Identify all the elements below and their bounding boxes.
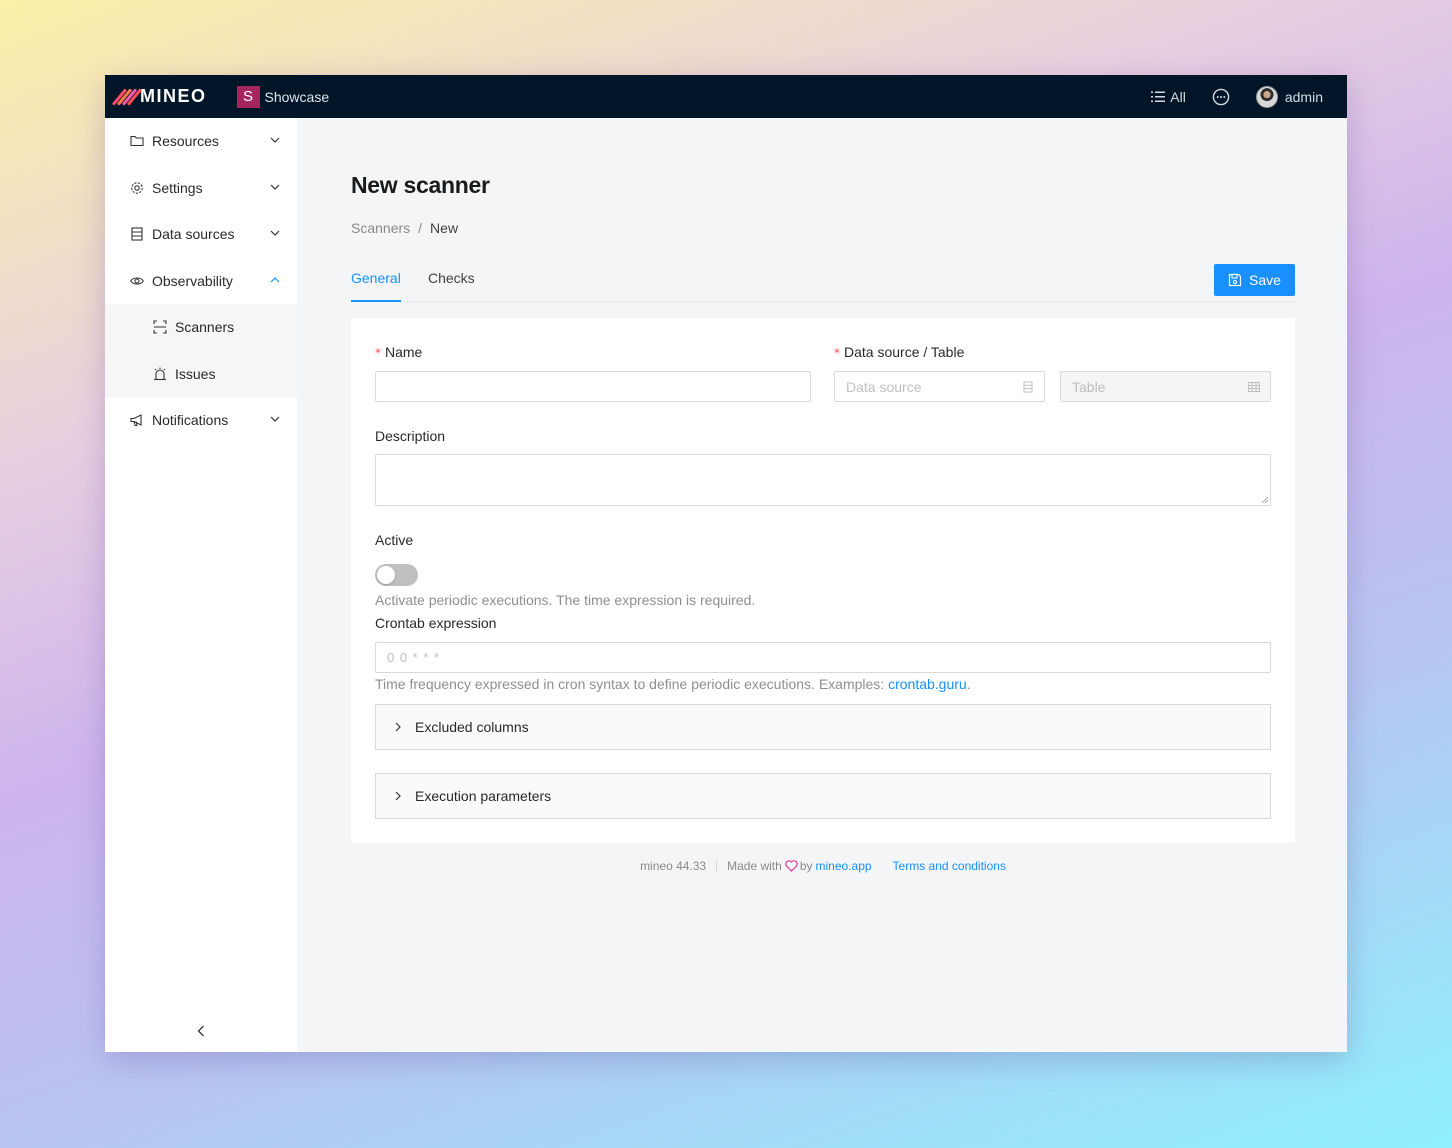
mineo-logo-mark-icon bbox=[111, 87, 143, 107]
excluded-columns-label: Excluded columns bbox=[415, 719, 529, 735]
top-bar: MINEO S Showcase All admin bbox=[105, 75, 1347, 118]
sidebar-item-label: Resources bbox=[152, 133, 219, 150]
sidebar-item-resources[interactable]: Resources bbox=[105, 118, 297, 165]
terms-link[interactable]: Terms and conditions bbox=[893, 859, 1006, 873]
table-placeholder: Table bbox=[1072, 378, 1106, 395]
avatar bbox=[1255, 85, 1278, 108]
page-title: New scanner bbox=[351, 172, 490, 198]
datasource-select[interactable]: Data source bbox=[834, 371, 1045, 402]
gear-icon bbox=[130, 181, 144, 195]
save-label: Save bbox=[1249, 272, 1281, 288]
name-label-text: Name bbox=[385, 344, 423, 360]
chevron-down-icon bbox=[270, 230, 280, 237]
crontab-help-text: Time frequency expressed in cron syntax … bbox=[375, 676, 971, 692]
description-textarea[interactable] bbox=[375, 454, 1271, 506]
execution-parameters-label: Execution parameters bbox=[415, 788, 552, 804]
sidebar-item-issues[interactable]: Issues bbox=[105, 351, 297, 398]
sidebar: Resources Settings Data sources Observab… bbox=[105, 118, 297, 1052]
required-mark: * bbox=[834, 346, 840, 360]
save-button[interactable]: Save bbox=[1214, 264, 1295, 296]
excluded-columns-panel[interactable]: Excluded columns bbox=[375, 704, 1271, 750]
table-icon bbox=[1248, 382, 1260, 392]
crontab-help-body: Time frequency expressed in cron syntax … bbox=[375, 676, 889, 692]
tab-bar: General Checks Save bbox=[351, 256, 1295, 302]
chat-icon[interactable] bbox=[1212, 88, 1230, 106]
chevron-down-icon bbox=[270, 184, 280, 190]
user-menu[interactable]: admin bbox=[1255, 85, 1323, 108]
app-window: MINEO S Showcase All admin Resources Set… bbox=[105, 75, 1347, 1052]
footer-divider bbox=[882, 860, 883, 872]
folder-icon bbox=[130, 134, 144, 148]
breadcrumb-current: New bbox=[430, 220, 459, 236]
save-icon bbox=[1228, 273, 1242, 287]
breadcrumb-separator: / bbox=[418, 220, 423, 236]
mineo-logo[interactable]: MINEO bbox=[111, 86, 207, 107]
crontab-placeholder: 0 0 * * * bbox=[387, 650, 441, 665]
sidebar-item-settings[interactable]: Settings bbox=[105, 165, 297, 212]
eye-icon bbox=[130, 274, 144, 288]
tab-checks[interactable]: Checks bbox=[428, 270, 475, 302]
sidebar-item-observability[interactable]: Observability bbox=[105, 258, 297, 305]
sidebar-item-label: Observability bbox=[152, 272, 233, 289]
observability-submenu: Scanners Issues bbox=[105, 304, 297, 397]
toggle-knob bbox=[377, 566, 395, 584]
scan-icon bbox=[153, 320, 167, 334]
active-help-text: Activate periodic executions. The time e… bbox=[375, 592, 756, 608]
crontab-help-end: . bbox=[966, 676, 971, 692]
datasource-placeholder: Data source bbox=[846, 378, 922, 395]
workspace-name: Showcase bbox=[264, 88, 330, 105]
by-text: by bbox=[799, 859, 813, 873]
database-icon bbox=[130, 227, 144, 241]
sidebar-item-data-sources[interactable]: Data sources bbox=[105, 211, 297, 258]
crontab-input[interactable]: 0 0 * * * bbox=[375, 642, 1271, 673]
alarm-icon bbox=[153, 367, 167, 381]
sidebar-item-scanners[interactable]: Scanners bbox=[105, 304, 297, 351]
resize-handle-icon[interactable] bbox=[1262, 497, 1268, 503]
version-text: mineo 44.33 bbox=[640, 859, 707, 873]
chevron-right-icon bbox=[395, 722, 401, 732]
active-label: Active bbox=[375, 532, 414, 548]
active-toggle[interactable] bbox=[375, 564, 418, 586]
table-select[interactable]: Table bbox=[1060, 371, 1271, 402]
heart-icon bbox=[785, 860, 798, 872]
user-name: admin bbox=[1284, 88, 1323, 105]
description-label: Description bbox=[375, 428, 446, 444]
chevron-up-icon bbox=[270, 276, 280, 283]
workspace-switcher[interactable]: S Showcase bbox=[236, 85, 330, 108]
datasource-label: * Data source / Table bbox=[834, 344, 964, 360]
mineo-app-link[interactable]: mineo.app bbox=[816, 859, 872, 873]
megaphone-icon bbox=[130, 413, 144, 427]
name-label: * Name bbox=[375, 344, 422, 360]
footer-divider bbox=[716, 860, 718, 872]
sidebar-item-label: Settings bbox=[152, 179, 203, 196]
filter-all-label: All bbox=[1170, 88, 1186, 105]
list-icon bbox=[1151, 91, 1166, 102]
chevron-right-icon bbox=[395, 791, 401, 801]
made-with-text: Made with bbox=[727, 859, 782, 873]
breadcrumb-scanners[interactable]: Scanners bbox=[351, 220, 410, 236]
database-icon bbox=[1023, 381, 1033, 393]
name-input[interactable] bbox=[375, 371, 811, 402]
required-mark: * bbox=[375, 346, 381, 360]
workspace-badge: S bbox=[236, 85, 260, 108]
sidebar-item-label: Issues bbox=[175, 365, 216, 382]
datasource-label-text: Data source / Table bbox=[844, 344, 965, 360]
execution-parameters-panel[interactable]: Execution parameters bbox=[375, 773, 1271, 819]
scanner-form: * Name * Data source / Table Data source T… bbox=[351, 318, 1295, 843]
tab-general[interactable]: General bbox=[351, 270, 401, 302]
collapse-sidebar-icon[interactable] bbox=[195, 1024, 207, 1038]
brand-name: MINEO bbox=[140, 86, 207, 106]
sidebar-item-label: Scanners bbox=[175, 319, 235, 336]
sidebar-item-label: Notifications bbox=[152, 412, 229, 429]
filter-all-button[interactable]: All bbox=[1151, 89, 1186, 105]
chevron-down-icon bbox=[270, 416, 280, 423]
sidebar-item-notifications[interactable]: Notifications bbox=[105, 397, 297, 444]
footer: mineo 44.33 Made with by mineo.app Terms… bbox=[351, 859, 1295, 873]
crontab-guru-link[interactable]: crontab.guru bbox=[888, 676, 967, 692]
breadcrumb: Scanners / New bbox=[351, 220, 458, 236]
chevron-down-icon bbox=[270, 137, 280, 144]
sidebar-item-label: Data sources bbox=[152, 226, 235, 243]
crontab-label: Crontab expression bbox=[375, 615, 497, 631]
